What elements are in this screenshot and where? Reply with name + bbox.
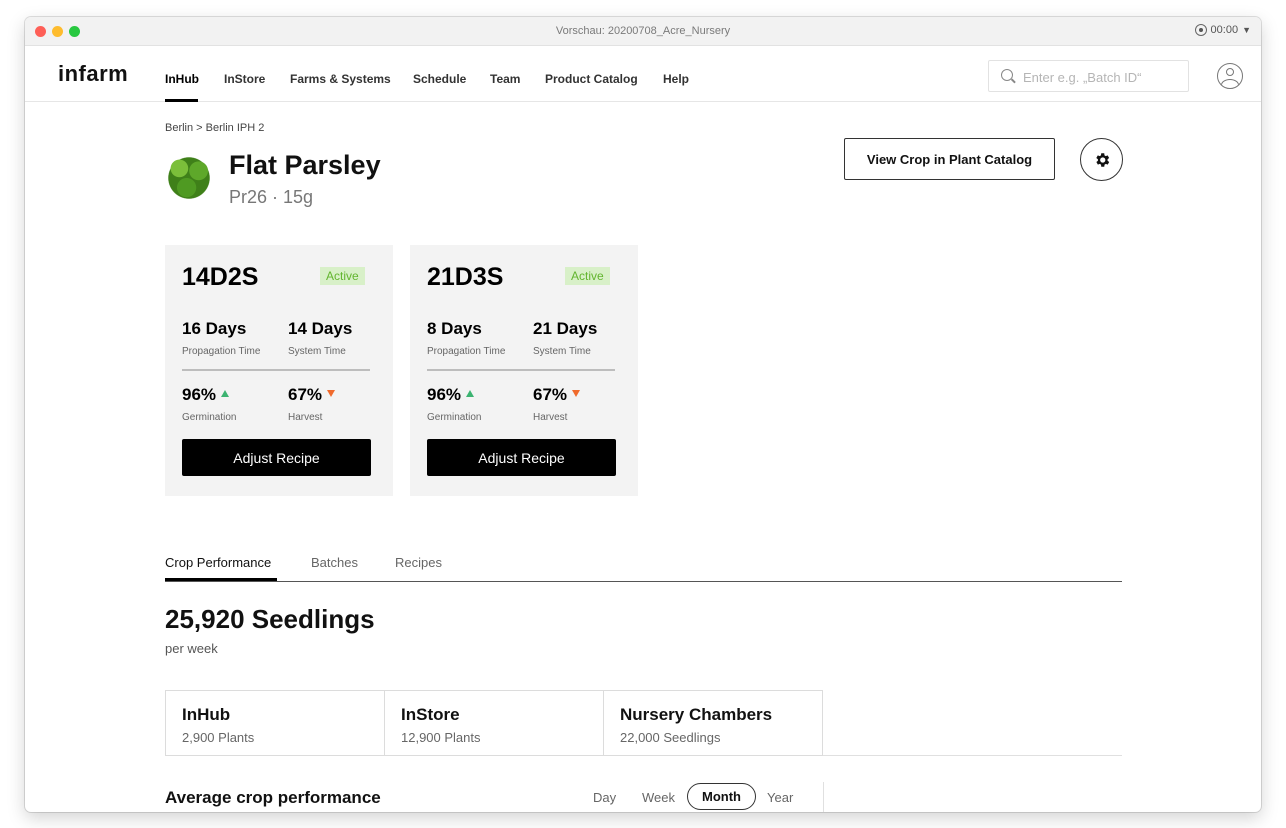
location-title: InHub <box>182 705 231 724</box>
propagation-time-label: Propagation Time <box>182 346 261 357</box>
status-badge: Active <box>565 267 610 285</box>
chevron-down-icon: ▼ <box>1242 25 1251 35</box>
tab-recipes[interactable]: Recipes <box>395 555 442 570</box>
app-window: Vorschau: 20200708_Acre_Nursery 00:00 ▼ … <box>25 17 1261 812</box>
system-time-value: 21 Days <box>533 319 598 338</box>
germination-label: Germination <box>182 412 237 423</box>
tab-crop-performance[interactable]: Crop Performance <box>165 555 271 570</box>
user-avatar-icon[interactable] <box>1217 63 1243 89</box>
search-icon <box>1001 69 1013 81</box>
breadcrumb[interactable]: Berlin > Berlin IPH 2 <box>165 122 264 134</box>
trend-down-icon <box>327 390 336 398</box>
trend-up-icon <box>466 390 475 398</box>
germination-value: 96% <box>427 385 462 404</box>
card-divider <box>427 369 615 371</box>
recipe-code: 14D2S <box>182 263 259 291</box>
location-title: InStore <box>401 705 460 724</box>
batch-search[interactable] <box>988 60 1189 92</box>
brand-logo[interactable]: infarm <box>58 61 128 87</box>
location-card-nursery-chambers[interactable]: Nursery Chambers 22,000 Seedlings <box>603 690 823 756</box>
nav-item-team[interactable]: Team <box>490 72 520 86</box>
title-bar: Vorschau: 20200708_Acre_Nursery 00:00 ▼ <box>25 17 1261 46</box>
seedlings-period: per week <box>165 641 218 656</box>
top-navigation: infarm InHub InStore Farms & Systems Sch… <box>25 46 1261 102</box>
germination-value: 96% <box>182 385 217 404</box>
settings-button[interactable] <box>1080 138 1123 181</box>
trend-down-icon <box>572 390 581 398</box>
page-title: Flat Parsley <box>229 150 381 180</box>
location-count: 2,900 Plants <box>182 730 255 745</box>
system-time-label: System Time <box>533 346 591 357</box>
main-content: Berlin > Berlin IPH 2 Flat Parsley Pr26 … <box>25 102 1261 812</box>
system-time-label: System Time <box>288 346 346 357</box>
adjust-recipe-button[interactable]: Adjust Recipe <box>427 439 616 476</box>
recipe-card: 21D3S Active 8 Days Propagation Time 21 … <box>410 245 638 496</box>
germination-stat: 96% <box>427 385 475 405</box>
seedlings-total: 25,920 Seedlings <box>165 604 375 634</box>
search-input[interactable] <box>1023 67 1183 87</box>
period-week[interactable]: Week <box>642 790 675 805</box>
record-icon <box>1194 24 1207 36</box>
status-badge: Active <box>320 267 365 285</box>
period-year[interactable]: Year <box>767 790 793 805</box>
period-month[interactable]: Month <box>687 783 756 810</box>
harvest-stat: 67% <box>288 385 336 405</box>
harvest-label: Harvest <box>533 412 568 423</box>
nav-item-farms-systems[interactable]: Farms & Systems <box>290 72 391 86</box>
nav-item-instore[interactable]: InStore <box>224 72 265 86</box>
location-count: 12,900 Plants <box>401 730 481 745</box>
window-title: Vorschau: 20200708_Acre_Nursery <box>555 25 731 37</box>
location-card-instore[interactable]: InStore 12,900 Plants <box>384 690 604 756</box>
view-crop-catalog-button[interactable]: View Crop in Plant Catalog <box>844 138 1055 180</box>
avatar-head <box>1226 68 1234 76</box>
recipe-card: 14D2S Active 16 Days Propagation Time 14… <box>165 245 393 496</box>
adjust-recipe-button[interactable]: Adjust Recipe <box>182 439 371 476</box>
propagation-time-label: Propagation Time <box>427 346 506 357</box>
harvest-stat: 67% <box>533 385 581 405</box>
recording-time: 00:00 <box>1210 24 1239 36</box>
tab-batches[interactable]: Batches <box>311 555 358 570</box>
recipe-code: 21D3S <box>427 263 504 291</box>
germination-label: Germination <box>427 412 482 423</box>
trend-up-icon <box>221 390 230 398</box>
harvest-label: Harvest <box>288 412 323 423</box>
propagation-time-value: 8 Days <box>427 319 482 338</box>
nav-item-schedule[interactable]: Schedule <box>413 72 466 86</box>
period-day[interactable]: Day <box>593 790 616 805</box>
location-card-inhub[interactable]: InHub 2,900 Plants <box>165 690 385 756</box>
propagation-time-value: 16 Days <box>182 319 247 338</box>
nav-item-product-catalog[interactable]: Product Catalog <box>545 72 638 86</box>
nav-item-help[interactable]: Help <box>663 72 689 86</box>
card-divider <box>182 369 370 371</box>
content-tabs: Crop Performance Batches Recipes <box>165 554 1122 582</box>
nav-item-inhub[interactable]: InHub <box>165 72 199 86</box>
system-time-value: 14 Days <box>288 319 353 338</box>
location-title: Nursery Chambers <box>620 705 773 724</box>
recording-indicator[interactable]: 00:00 ▼ <box>1194 24 1251 36</box>
harvest-value: 67% <box>533 385 568 404</box>
divider <box>823 782 824 812</box>
avatar-body <box>1221 79 1239 88</box>
location-breakdown: InHub 2,900 Plants InStore 12,900 Plants… <box>165 690 1122 756</box>
active-tab-indicator <box>165 578 277 581</box>
crop-image <box>165 154 213 202</box>
gear-icon <box>1095 152 1109 167</box>
section-title: Average crop performance <box>165 788 381 807</box>
harvest-value: 67% <box>288 385 323 404</box>
crop-subtitle: Pr26 · 15g <box>229 187 314 207</box>
germination-stat: 96% <box>182 385 230 405</box>
location-count: 22,000 Seedlings <box>620 730 721 745</box>
